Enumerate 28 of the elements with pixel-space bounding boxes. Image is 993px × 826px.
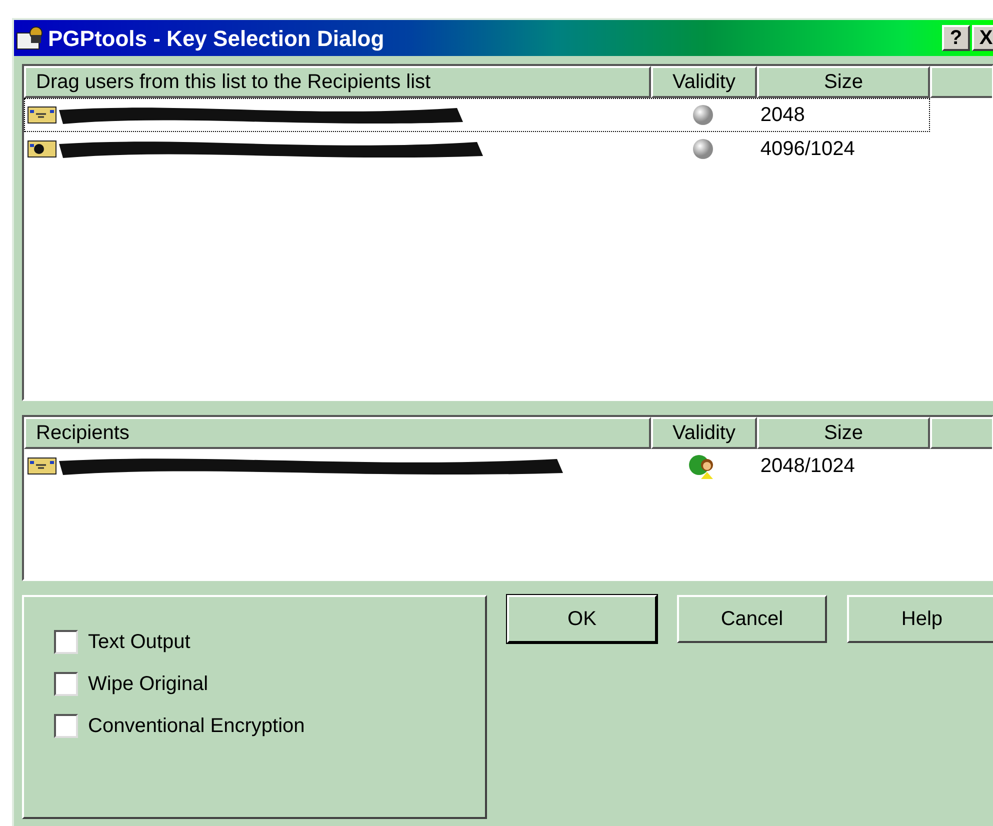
- column-header[interactable]: Validity: [651, 417, 757, 449]
- checkbox[interactable]: [54, 672, 78, 696]
- dialog-button[interactable]: Help: [847, 595, 993, 643]
- column-header[interactable]: Drag users from this list to the Recipients list: [24, 66, 651, 98]
- checkbox-label: Wipe Original: [88, 672, 208, 697]
- checkbox[interactable]: [54, 630, 78, 654]
- help-title-button[interactable]: ?: [942, 25, 970, 51]
- column-header[interactable]: Recipients: [24, 417, 651, 449]
- window-title: PGPtools - Key Selection Dialog: [48, 24, 384, 53]
- checkbox-label: Text Output: [88, 630, 190, 655]
- close-button[interactable]: X: [972, 25, 993, 51]
- key-card-icon: [27, 105, 57, 125]
- checkbox[interactable]: [54, 714, 78, 738]
- key-size: 4096/1024: [759, 137, 856, 162]
- key-card-icon: [27, 456, 57, 476]
- list-row[interactable]: 2048/1024: [24, 449, 930, 483]
- key-size: 2048/1024: [759, 454, 856, 479]
- list-row[interactable]: 4096/1024: [24, 132, 930, 166]
- column-header[interactable]: Size: [757, 417, 930, 449]
- app-icon: [16, 25, 44, 51]
- column-header[interactable]: Size: [757, 66, 930, 98]
- key-card-icon: [27, 139, 57, 159]
- key-size: 2048: [759, 103, 806, 128]
- dialog-button[interactable]: OK: [507, 595, 657, 643]
- column-header[interactable]: Validity: [651, 66, 757, 98]
- list-row[interactable]: 2048: [24, 98, 930, 132]
- dialog-button[interactable]: Cancel: [677, 595, 827, 643]
- checkbox-label: Conventional Encryption: [88, 714, 305, 739]
